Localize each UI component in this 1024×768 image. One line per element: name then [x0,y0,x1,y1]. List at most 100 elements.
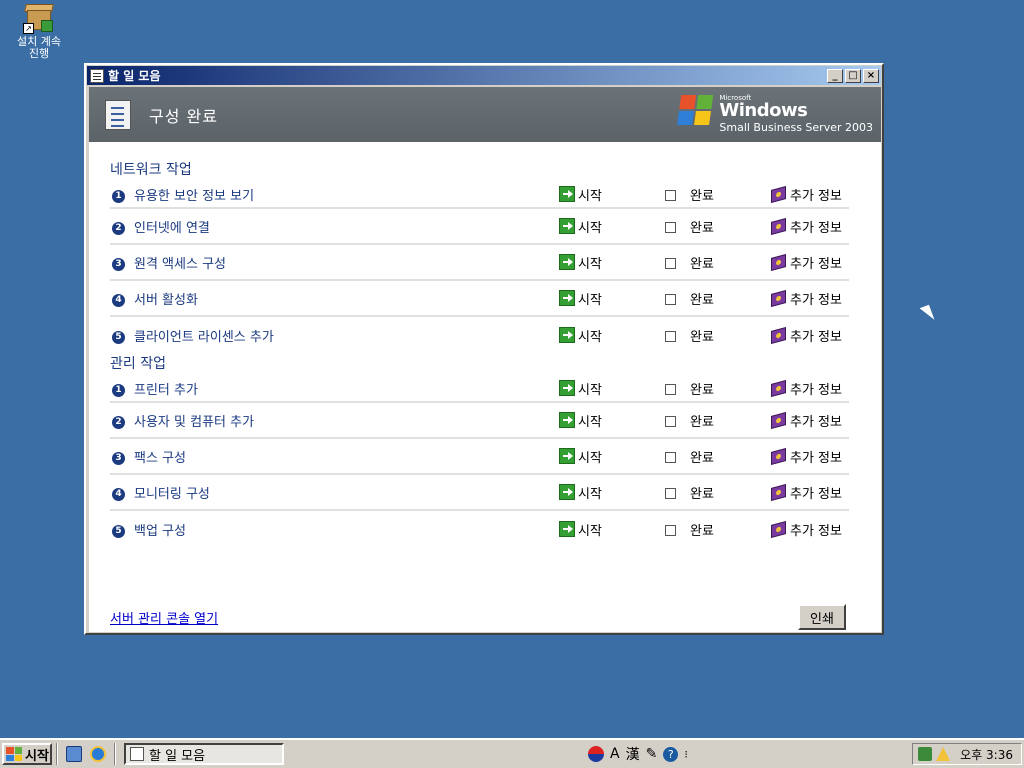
checkbox-icon[interactable] [665,190,676,201]
task-more-info-link[interactable]: 추가 정보 [771,411,842,430]
minimize-button[interactable]: _ [827,68,843,83]
task-done-checkbox[interactable]: 완료 [665,520,714,539]
system-tray: 오후 3:36 [912,743,1022,765]
help-book-icon [771,379,786,397]
help-book-icon [771,411,786,429]
security-warning-icon[interactable] [936,747,951,761]
task-done-checkbox[interactable]: 완료 [665,447,714,466]
task-list: 네트워크 작업 1 유용한 보안 정보 보기 시작 완료 추가 정보 2 인터넷… [110,159,849,547]
task-label: 클라이언트 라이센스 추가 [134,329,274,345]
task-more-info-link[interactable]: 추가 정보 [771,185,842,204]
task-label: 백업 구성 [134,523,186,539]
help-book-icon [771,253,786,271]
maximize-button[interactable]: □ [845,68,861,83]
window-client-area: 구성 완료 Microsoft Windows Small Business S… [89,87,881,632]
checkbox-icon[interactable] [665,525,676,536]
checkbox-icon[interactable] [665,452,676,463]
task-start-link[interactable]: 시작 [559,253,602,272]
task-done-checkbox[interactable]: 완료 [665,379,714,398]
green-arrow-icon [559,218,575,234]
show-desktop-icon[interactable] [66,746,82,762]
checkbox-icon[interactable] [665,384,676,395]
checkbox-icon[interactable] [665,416,676,427]
task-start-link[interactable]: 시작 [559,217,602,236]
checkbox-icon[interactable] [665,258,676,269]
checkbox-icon[interactable] [665,222,676,233]
task-start-link[interactable]: 시작 [559,447,602,466]
ime-mode-toggle[interactable]: A [610,746,620,762]
task-done-checkbox[interactable]: 완료 [665,326,714,345]
green-arrow-icon [559,186,575,202]
clock[interactable]: 오후 3:36 [960,746,1013,763]
task-row: 5 백업 구성 시작 완료 추가 정보 [110,511,849,547]
task-start-link[interactable]: 시작 [559,185,602,204]
green-arrow-icon [559,254,575,270]
task-row: 2 인터넷에 연결 시작 완료 추가 정보 [110,209,849,245]
task-start-link[interactable]: 시작 [559,326,602,345]
help-book-icon [771,447,786,465]
start-button[interactable]: 시작 [2,743,52,765]
task-row: 2 사용자 및 컴퓨터 추가 시작 완료 추가 정보 [110,403,849,439]
step-number-icon: 3 [112,257,125,271]
task-label: 인터넷에 연결 [134,220,210,236]
title-bar[interactable]: 할 일 모음 _ □ × [87,66,881,85]
taskbar-separator [56,743,58,765]
green-arrow-icon [559,327,575,343]
checkbox-icon[interactable] [665,488,676,499]
ime-options-icon[interactable]: ⁝ [684,748,688,761]
taskbar-button-todo-list[interactable]: 할 일 모음 [124,743,284,765]
step-number-icon: 1 [112,189,125,203]
task-more-info-link[interactable]: 추가 정보 [771,447,842,466]
checkbox-icon[interactable] [665,331,676,342]
todo-list-icon [90,68,104,83]
korean-ime-icon[interactable] [588,746,604,762]
task-row: 4 모니터링 구성 시작 완료 추가 정보 [110,475,849,511]
help-book-icon [771,185,786,203]
step-number-icon: 1 [112,383,125,397]
task-more-info-link[interactable]: 추가 정보 [771,217,842,236]
step-number-icon: 4 [112,487,125,501]
task-row: 4 서버 활성화 시작 완료 추가 정보 [110,281,849,317]
windows-flag-icon [677,95,715,127]
checkbox-icon[interactable] [665,294,676,305]
close-button[interactable]: × [863,68,879,83]
task-start-link[interactable]: 시작 [559,483,602,502]
task-start-link[interactable]: 시작 [559,411,602,430]
task-done-checkbox[interactable]: 완료 [665,185,714,204]
task-more-info-link[interactable]: 추가 정보 [771,379,842,398]
ime-help-icon[interactable]: ? [663,746,679,762]
green-arrow-icon [559,448,575,464]
green-arrow-icon [559,412,575,428]
task-start-link[interactable]: 시작 [559,379,602,398]
taskbar-separator [114,743,116,765]
print-button[interactable]: 인쇄 [798,604,846,630]
task-done-checkbox[interactable]: 완료 [665,411,714,430]
window-title: 할 일 모음 [108,69,161,83]
setup-box-icon: ↗ [23,2,55,34]
task-more-info-link[interactable]: 추가 정보 [771,253,842,272]
internet-explorer-icon[interactable] [90,746,106,762]
desktop-icon-label: 설치 계속 진행 [17,35,61,60]
ime-toolbar: A 漢 ✎ ? ⁝ [588,744,688,764]
ime-pad-icon[interactable]: ✎ [646,746,658,762]
network-icon[interactable] [918,747,933,761]
task-done-checkbox[interactable]: 완료 [665,483,714,502]
task-start-link[interactable]: 시작 [559,289,602,308]
task-start-link[interactable]: 시작 [559,520,602,539]
step-number-icon: 5 [112,330,125,344]
task-more-info-link[interactable]: 추가 정보 [771,326,842,345]
desktop-icon-continue-setup[interactable]: ↗ 설치 계속 진행 [6,2,72,60]
open-server-management-link[interactable]: 서버 관리 콘솔 열기 [110,608,218,627]
task-done-checkbox[interactable]: 완료 [665,253,714,272]
task-done-checkbox[interactable]: 완료 [665,217,714,236]
task-more-info-link[interactable]: 추가 정보 [771,520,842,539]
task-label: 서버 활성화 [134,292,198,308]
task-more-info-link[interactable]: 추가 정보 [771,483,842,502]
task-row: 3 팩스 구성 시작 완료 추가 정보 [110,439,849,475]
green-arrow-icon [559,521,575,537]
help-book-icon [771,217,786,235]
task-more-info-link[interactable]: 추가 정보 [771,289,842,308]
step-number-icon: 3 [112,451,125,465]
task-done-checkbox[interactable]: 완료 [665,289,714,308]
hanja-convert-button[interactable]: 漢 [626,744,640,764]
